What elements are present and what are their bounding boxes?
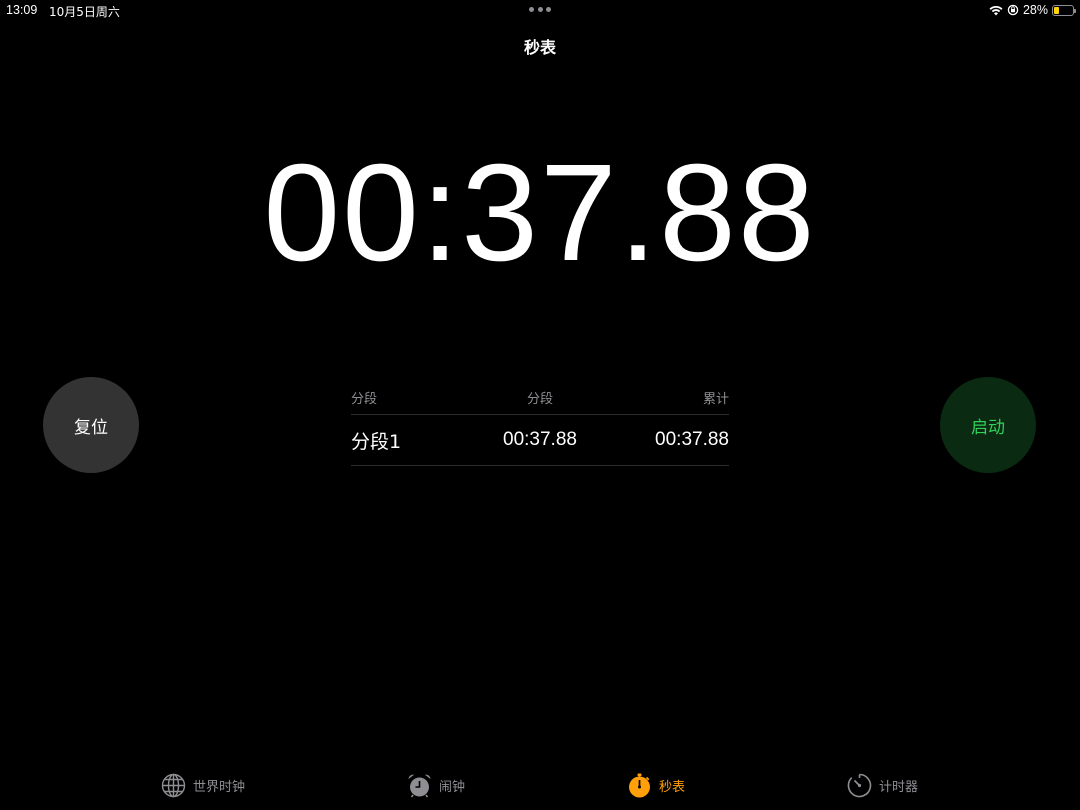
stopwatch-icon bbox=[629, 773, 650, 797]
status-date: 10月5日周六 bbox=[49, 5, 120, 19]
lap-name: 分段1 bbox=[351, 430, 402, 453]
globe-icon bbox=[161, 773, 186, 797]
status-bar: 13:09 10月5日周六 28% bbox=[0, 0, 1080, 20]
battery-level-fill bbox=[1054, 6, 1059, 14]
reset-button-label: 复位 bbox=[74, 417, 108, 438]
status-time: 13:09 bbox=[6, 3, 38, 17]
column-header-lap: 分段 bbox=[351, 391, 378, 407]
start-button-label: 启动 bbox=[971, 417, 1005, 438]
tab-bar: 世界时钟 闹钟 秒表 计时器 bbox=[0, 760, 1080, 810]
battery-percent: 28% bbox=[1022, 3, 1048, 17]
tab-label: 秒表 bbox=[659, 779, 686, 795]
timer-icon bbox=[847, 773, 872, 797]
alarm-clock-icon bbox=[408, 774, 431, 797]
tab-alarm[interactable]: 闹钟 bbox=[407, 770, 465, 800]
stopwatch-display: 00:37.88 bbox=[263, 136, 817, 290]
tab-label: 计时器 bbox=[879, 779, 919, 795]
tab-timer[interactable]: 计时器 bbox=[847, 770, 918, 800]
tab-label: 世界时钟 bbox=[193, 779, 246, 795]
tab-stopwatch[interactable]: 秒表 bbox=[627, 770, 685, 800]
column-header-split: 分段 bbox=[526, 391, 553, 407]
tab-world-clock[interactable]: 世界时钟 bbox=[161, 770, 245, 800]
wifi-icon bbox=[989, 5, 1003, 15]
column-header-total: 累计 bbox=[702, 391, 729, 407]
lap-total: 00:37.88 bbox=[655, 429, 729, 450]
lap-split: 00:37.88 bbox=[503, 429, 577, 450]
orientation-lock-icon bbox=[1007, 4, 1019, 16]
multitasking-dots-icon[interactable] bbox=[529, 7, 551, 12]
status-indicators: 28% bbox=[989, 2, 1076, 18]
tab-label: 闹钟 bbox=[439, 779, 466, 795]
laps-table: 分段 分段 累计 分段1 00:37.88 00:37.88 bbox=[351, 380, 729, 466]
start-button[interactable]: 启动 bbox=[940, 377, 1036, 473]
reset-button[interactable]: 复位 bbox=[43, 377, 139, 473]
table-row: 分段1 00:37.88 00:37.88 bbox=[351, 415, 729, 466]
page-title: 秒表 bbox=[523, 38, 556, 57]
battery-icon bbox=[1052, 4, 1076, 16]
laps-header: 分段 分段 累计 bbox=[351, 380, 729, 415]
